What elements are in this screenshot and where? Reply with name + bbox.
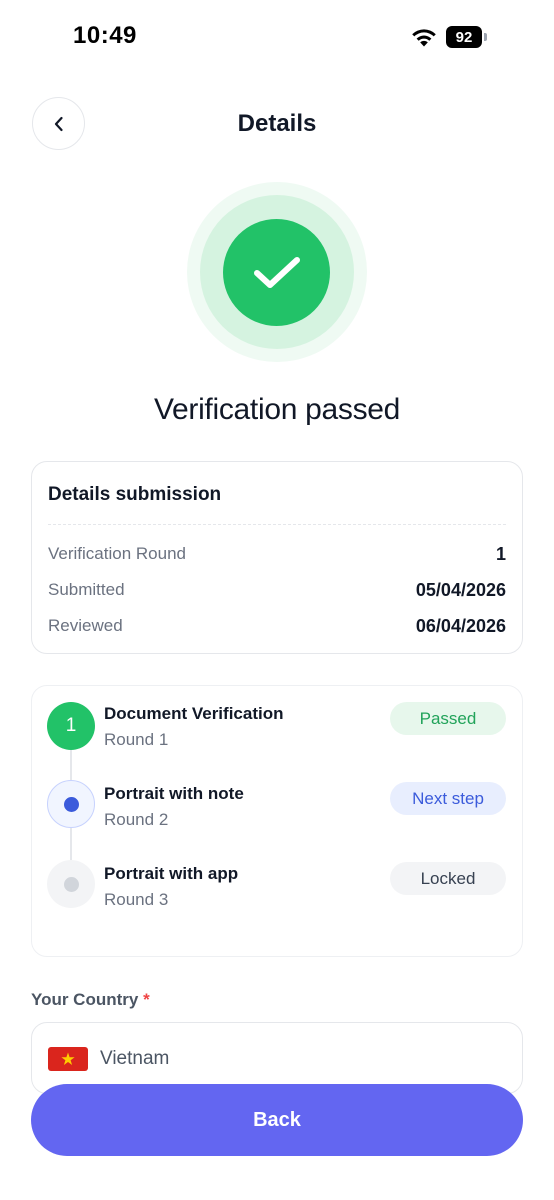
country-field-label: Your Country * bbox=[31, 990, 150, 1010]
verification-status-heading: Verification passed bbox=[153, 393, 401, 426]
step-2-round: Round 2 bbox=[104, 810, 169, 829]
step-connector bbox=[70, 828, 72, 860]
vietnam-flag-icon bbox=[48, 1047, 88, 1071]
step-2-title[interactable]: Portrait with note bbox=[104, 784, 244, 804]
step-3-title: Portrait with app bbox=[104, 864, 239, 883]
required-marker: * bbox=[143, 990, 150, 1009]
battery-level: 92 bbox=[455, 28, 473, 46]
step-connector bbox=[70, 750, 72, 780]
status-badge-next-step[interactable]: Next step bbox=[390, 782, 506, 815]
locked-step-dot bbox=[63, 876, 79, 892]
success-badge bbox=[223, 219, 330, 326]
info-value: 06/04/2026 bbox=[415, 615, 506, 636]
info-value: 1 bbox=[495, 543, 506, 564]
step-1-round: Round 1 bbox=[104, 730, 169, 749]
status-time: 10:49 bbox=[73, 22, 137, 49]
page-title: Details bbox=[237, 110, 317, 137]
dashed-divider bbox=[48, 524, 506, 525]
submitted-date-row: Submitted 05/04/2026 bbox=[48, 578, 506, 602]
step-2-marker bbox=[47, 780, 95, 828]
step-number: 1 bbox=[65, 715, 77, 736]
status-badge-locked: Locked bbox=[390, 862, 506, 895]
current-step-dot bbox=[63, 796, 79, 812]
submission-card: Details submission Verification Round 1 … bbox=[31, 461, 523, 654]
step-1-title: Document Verification bbox=[104, 704, 284, 723]
status-bar: 10:49 92 bbox=[0, 0, 554, 76]
reviewed-date-row: Reviewed 06/04/2026 bbox=[48, 614, 506, 638]
country-value: Vietnam bbox=[100, 1048, 170, 1069]
info-label: Reviewed bbox=[48, 616, 123, 635]
info-value: 05/04/2026 bbox=[415, 579, 506, 600]
submission-card-title: Details submission bbox=[48, 484, 222, 505]
status-badge-passed: Passed bbox=[390, 702, 506, 735]
battery-icon: 92 bbox=[446, 26, 488, 48]
step-3-marker bbox=[47, 860, 95, 908]
info-label: Verification Round bbox=[48, 544, 186, 563]
country-label-text: Your Country bbox=[31, 990, 139, 1009]
back-button[interactable]: Back bbox=[31, 1084, 523, 1156]
verification-round-row: Verification Round 1 bbox=[48, 542, 506, 566]
checkmark-icon bbox=[253, 256, 300, 288]
wifi-icon bbox=[412, 29, 436, 47]
step-3-round: Round 3 bbox=[104, 890, 169, 909]
step-1-marker: 1 bbox=[47, 702, 95, 750]
info-label: Submitted bbox=[48, 580, 125, 599]
